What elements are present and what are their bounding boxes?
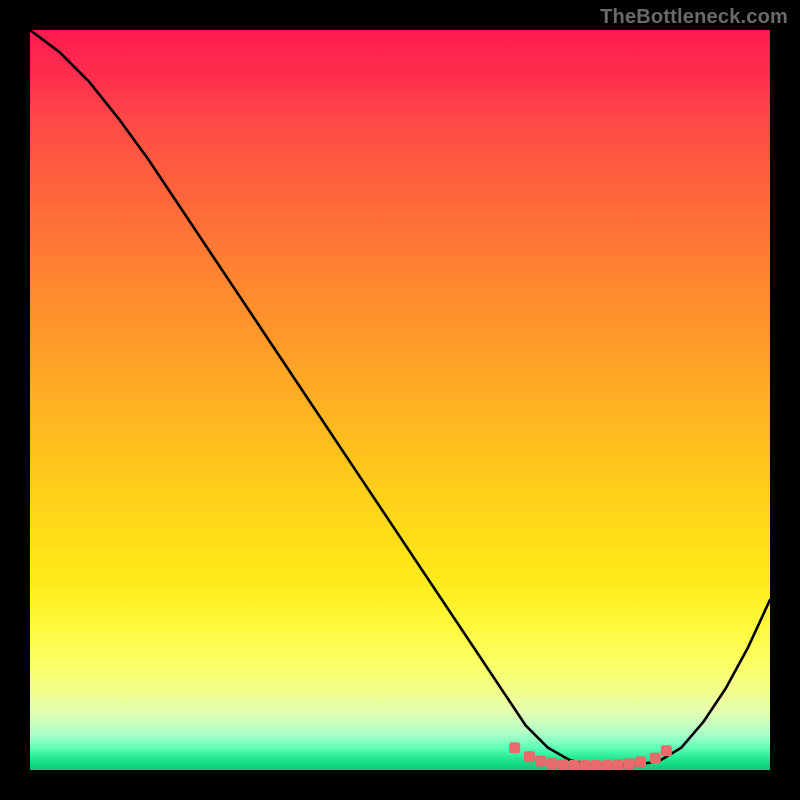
optimal-marker [524,751,535,762]
bottleneck-curve-path [30,30,770,766]
optimal-marker [650,753,661,764]
curve-svg [30,30,770,770]
optimal-marker [509,742,520,753]
optimal-marker [591,760,602,770]
chart-container: TheBottleneck.com [0,0,800,800]
optimal-marker [580,760,591,770]
watermark-text: TheBottleneck.com [600,6,788,29]
optimal-marker [568,760,579,770]
optimal-marker [557,759,568,770]
optimal-marker [535,756,546,767]
plot-area [30,30,770,770]
optimal-marker [546,758,557,769]
optimal-marker [624,758,635,769]
optimal-marker [602,760,613,770]
optimal-marker [635,756,646,767]
optimal-marker [661,745,672,756]
optimal-marker [613,759,624,770]
